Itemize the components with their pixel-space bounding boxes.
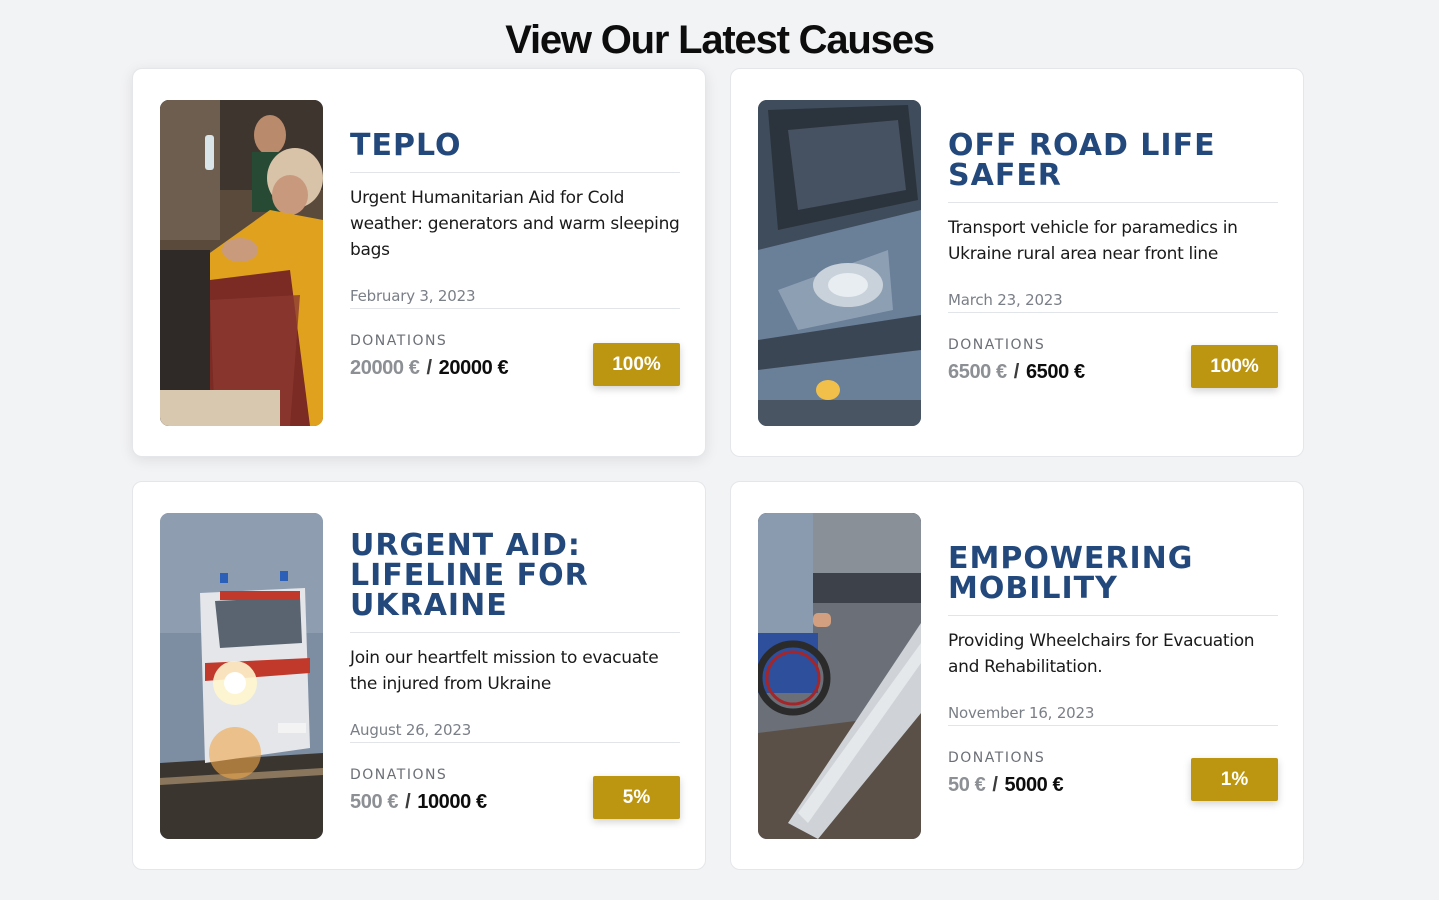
progress-percent-badge: 100% — [593, 343, 680, 386]
amount-separator: / — [992, 774, 998, 796]
goal-amount: 6500 € — [1025, 361, 1085, 383]
evacuation-ambulance-photo — [160, 513, 323, 839]
amount-separator: / — [405, 791, 411, 813]
cause-title[interactable]: URGENT AID: LIFELINE FOR UKRAINE — [350, 531, 680, 633]
goal-amount: 5000 € — [1004, 774, 1064, 796]
cause-date: November 16, 2023 — [948, 704, 1278, 726]
cause-description: Providing Wheelchairs for Evacuation and… — [948, 631, 1255, 677]
amount-separator: / — [426, 357, 433, 379]
cause-card-urgent-aid[interactable]: URGENT AID: LIFELINE FOR UKRAINE Join ou… — [132, 481, 706, 870]
progress-percent-badge: 5% — [593, 776, 680, 819]
cause-photo[interactable] — [758, 100, 921, 426]
cause-info: OFF ROAD LIFE SAFER Transport vehicle fo… — [948, 131, 1278, 388]
goal-amount: 10000 € — [417, 791, 487, 813]
cause-card-empowering-mobility[interactable]: EMPOWERING MOBILITY Providing Wheelchair… — [730, 481, 1304, 870]
cause-title[interactable]: EMPOWERING MOBILITY — [948, 544, 1278, 616]
cause-card-teplo[interactable]: TEPLO Urgent Humanitarian Aid for Cold w… — [132, 68, 706, 457]
cause-photo[interactable] — [160, 513, 323, 839]
people-sheltering-photo — [160, 100, 323, 426]
raised-amount: 6500 € — [948, 361, 1007, 383]
cause-title[interactable]: OFF ROAD LIFE SAFER — [948, 131, 1278, 203]
wheelchair-ramp-photo — [758, 513, 921, 839]
cause-date: February 3, 2023 — [350, 287, 680, 309]
page-title: View Our Latest Causes — [505, 18, 935, 62]
cause-info: TEPLO Urgent Humanitarian Aid for Cold w… — [350, 131, 680, 386]
progress-percent-badge: 1% — [1191, 758, 1278, 801]
cause-title[interactable]: TEPLO — [350, 131, 680, 173]
amount-separator: / — [1013, 361, 1020, 383]
cause-photo[interactable] — [160, 100, 323, 426]
cause-info: URGENT AID: LIFELINE FOR UKRAINE Join ou… — [350, 531, 680, 819]
blue-suv-photo — [758, 100, 921, 426]
cause-info: EMPOWERING MOBILITY Providing Wheelchair… — [948, 544, 1278, 801]
cause-date: August 26, 2023 — [350, 721, 680, 743]
progress-percent-badge: 100% — [1191, 345, 1278, 388]
cause-description: Transport vehicle for paramedics in Ukra… — [948, 218, 1238, 264]
cause-photo[interactable] — [758, 513, 921, 839]
cause-date: March 23, 2023 — [948, 291, 1278, 313]
cause-card-off-road-life-safer[interactable]: OFF ROAD LIFE SAFER Transport vehicle fo… — [730, 68, 1304, 457]
raised-amount: 50 € — [948, 774, 986, 796]
cause-description: Urgent Humanitarian Aid for Cold weather… — [350, 188, 680, 260]
raised-amount: 500 € — [350, 791, 399, 813]
cause-description: Join our heartfelt mission to evacuate t… — [350, 648, 659, 694]
raised-amount: 20000 € — [350, 357, 420, 379]
goal-amount: 20000 € — [438, 357, 509, 379]
